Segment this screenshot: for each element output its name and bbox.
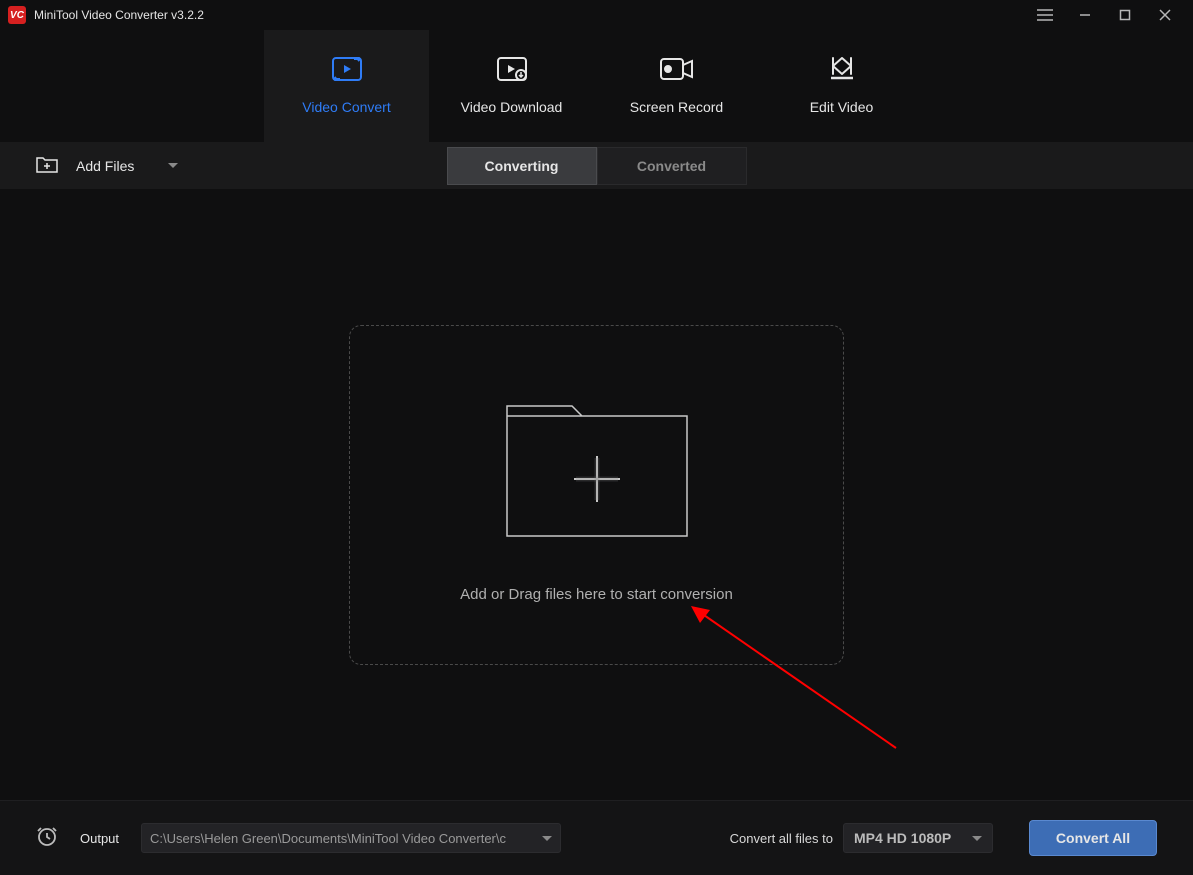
convert-icon xyxy=(332,57,362,81)
tab-label: Video Download xyxy=(461,99,563,115)
maximize-button[interactable] xyxy=(1105,0,1145,30)
titlebar: VC MiniTool Video Converter v3.2.2 xyxy=(0,0,1193,30)
close-button[interactable] xyxy=(1145,0,1185,30)
subtab-converting[interactable]: Converting xyxy=(447,147,597,185)
dropzone-text: Add or Drag files here to start conversi… xyxy=(460,586,733,603)
app-title: MiniTool Video Converter v3.2.2 xyxy=(34,8,204,22)
chevron-down-icon xyxy=(168,163,178,168)
folder-plus-icon xyxy=(502,386,692,546)
output-path-field[interactable]: C:\Users\Helen Green\Documents\MiniTool … xyxy=(141,823,561,853)
tab-label: Video Convert xyxy=(302,99,390,115)
add-files-icon xyxy=(36,155,58,176)
tab-label: Edit Video xyxy=(810,99,874,115)
content-area: Add or Drag files here to start conversi… xyxy=(0,189,1193,800)
toolbar: Add Files Converting Converted xyxy=(0,142,1193,189)
add-files-button[interactable]: Add Files xyxy=(36,155,178,176)
tab-screen-record[interactable]: Screen Record xyxy=(594,30,759,142)
chevron-down-icon xyxy=(972,836,982,841)
clock-icon[interactable] xyxy=(36,825,58,852)
tab-edit-video[interactable]: Edit Video xyxy=(759,30,924,142)
bottombar: Output C:\Users\Helen Green\Documents\Mi… xyxy=(0,800,1193,875)
dropzone[interactable]: Add or Drag files here to start conversi… xyxy=(349,325,844,665)
app-logo: VC xyxy=(8,6,26,24)
edit-icon xyxy=(829,57,855,81)
subtab-converted[interactable]: Converted xyxy=(597,147,747,185)
subtab-group: Converting Converted xyxy=(447,147,747,185)
main-tabs: Video Convert Video Download xyxy=(0,30,1193,142)
record-icon xyxy=(660,57,694,81)
tab-video-convert[interactable]: Video Convert xyxy=(264,30,429,142)
convert-all-label: Convert all files to xyxy=(730,831,833,846)
output-path-text: C:\Users\Helen Green\Documents\MiniTool … xyxy=(150,831,506,846)
menu-button[interactable] xyxy=(1025,0,1065,30)
add-files-label: Add Files xyxy=(76,158,134,174)
tab-label: Screen Record xyxy=(630,99,723,115)
download-icon xyxy=(497,57,527,81)
format-value: MP4 HD 1080P xyxy=(854,830,951,846)
output-format-field[interactable]: MP4 HD 1080P xyxy=(843,823,993,853)
output-label: Output xyxy=(80,831,119,846)
convert-all-button[interactable]: Convert All xyxy=(1029,820,1157,856)
chevron-down-icon xyxy=(542,836,552,841)
tab-video-download[interactable]: Video Download xyxy=(429,30,594,142)
minimize-button[interactable] xyxy=(1065,0,1105,30)
